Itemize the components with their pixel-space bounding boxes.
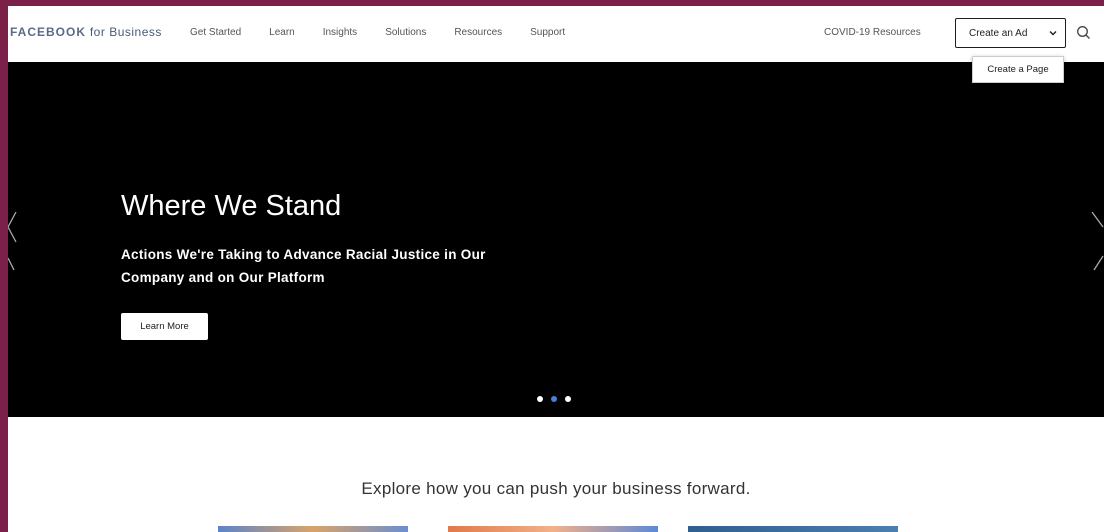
carousel-dots	[537, 396, 579, 402]
nav-get-started[interactable]: Get Started	[190, 27, 241, 38]
facebook-for-business-logo[interactable]: FACEBOOK for Business	[10, 25, 162, 39]
main-nav: Get Started Learn Insights Solutions Res…	[190, 27, 593, 38]
nav-resources[interactable]: Resources	[454, 27, 502, 38]
hero-title: Where We Stand	[121, 190, 342, 222]
chevron-left-icon[interactable]	[8, 211, 22, 272]
covid-resources-link[interactable]: COVID-19 Resources	[824, 27, 921, 38]
carousel-dot[interactable]	[537, 396, 543, 402]
explore-card-image[interactable]	[688, 526, 898, 532]
nav-support[interactable]: Support	[530, 27, 565, 38]
top-header: FACEBOOK for Business Get Started Learn …	[8, 6, 1104, 62]
explore-cards-row	[8, 526, 1104, 532]
carousel-dot[interactable]	[565, 396, 571, 402]
search-icon[interactable]	[1075, 24, 1093, 42]
hero-carousel: Where We Stand Actions We're Taking to A…	[8, 62, 1104, 417]
chevron-right-icon[interactable]	[1090, 211, 1104, 272]
create-ad-button[interactable]: Create an Ad	[955, 18, 1066, 48]
carousel-dot-active[interactable]	[551, 396, 557, 402]
nav-insights[interactable]: Insights	[323, 27, 357, 38]
nav-learn[interactable]: Learn	[269, 27, 295, 38]
chevron-down-icon[interactable]	[1041, 28, 1065, 38]
create-page-menu-item[interactable]: Create a Page	[972, 56, 1064, 83]
nav-solutions[interactable]: Solutions	[385, 27, 426, 38]
logo-suffix: for Business	[86, 25, 162, 39]
explore-card-image[interactable]	[218, 526, 408, 532]
learn-more-button[interactable]: Learn More	[121, 313, 208, 340]
logo-brand: FACEBOOK	[10, 25, 87, 39]
explore-card-image[interactable]	[448, 526, 658, 532]
page: FACEBOOK for Business Get Started Learn …	[8, 6, 1104, 532]
explore-heading: Explore how you can push your business f…	[361, 479, 751, 498]
hero-subtitle: Actions We're Taking to Advance Racial J…	[121, 247, 486, 285]
create-ad-label: Create an Ad	[969, 27, 1028, 39]
